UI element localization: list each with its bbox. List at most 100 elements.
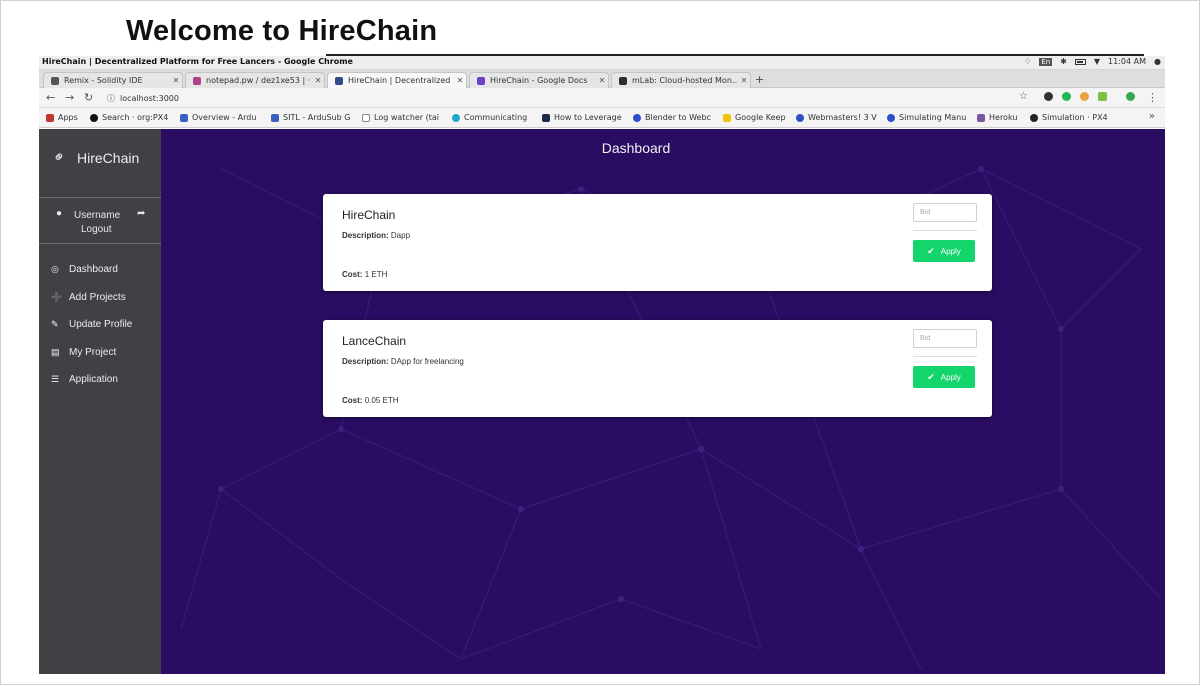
description-label: Description: [342,231,389,240]
bookmark-item[interactable]: Heroku [977,113,1017,122]
brand[interactable]: ⚭ HireChain [39,129,161,198]
dropbox-icon[interactable]: ♢ [1024,57,1031,66]
apply-button[interactable]: ✔ Apply [913,366,975,388]
bookmark-item[interactable]: Log watcher (tai [362,113,439,122]
notepad-icon [193,76,201,85]
bookmark-label: Apps [58,113,78,122]
sidebar-item-label: Add Projects [69,291,126,303]
pencil-icon: ✎ [51,319,59,330]
tab-google-docs[interactable]: HireChain - Google Docs ✕ [469,72,609,88]
window-title: HireChain | Decentralized Platform for F… [42,57,353,66]
apply-button[interactable]: ✔ Apply [913,240,975,262]
tab-label: HireChain | Decentralized [348,76,451,85]
close-icon[interactable]: ✕ [312,76,324,85]
bookmark-apps[interactable]: Apps [46,113,78,122]
bookmark-item[interactable]: Search · org:PX4 [90,113,168,122]
battery-icon[interactable] [1074,58,1086,65]
page-icon [362,113,370,122]
bookmark-item[interactable]: How to Leverage [542,113,622,122]
sidebar-item-add-projects[interactable]: ➕ Add Projects [39,284,161,312]
bookmark-item[interactable]: Blender to Webc [633,113,711,122]
remix-icon [51,76,59,85]
bookmark-item[interactable]: Overview - Ardu [180,113,256,122]
logout-link[interactable]: Logout [81,224,112,235]
bookmarks-bar: Apps Search · org:PX4 Overview - Ardu SI… [39,108,1165,128]
sidebar-item-application[interactable]: ☰ Application [39,366,161,394]
bookmark-label: Simulation · PX4 [1042,113,1108,122]
back-icon[interactable]: ← [46,91,55,104]
tab-label: HireChain - Google Docs [490,76,588,85]
bookmark-label: Search · org:PX4 [102,113,169,122]
bookmark-item[interactable]: SITL - ArduSub G [271,113,351,122]
os-titlebar: HireChain | Decentralized Platform for F… [39,56,1165,70]
bookmark-item[interactable]: Google Keep [723,113,786,122]
project-title: LanceChain [342,334,407,348]
apply-label: Apply [940,372,961,382]
close-icon[interactable]: ✕ [170,76,182,85]
cost-value: 0.05 ETH [364,396,399,405]
description-value: Dapp [390,231,411,240]
profile-avatar[interactable] [1126,92,1135,101]
tab-strip: Remix - Solidity IDE ✕ notepad.pw / dez1… [39,70,1165,88]
bid-input[interactable] [913,329,977,348]
list-icon: ☰ [51,374,60,385]
bookmark-label: Overview - Ardu [192,113,257,122]
bookmark-item[interactable]: Simulation · PX4 [1030,113,1108,122]
bookmark-item[interactable]: Simulating Manu [887,113,966,122]
bluetooth-icon[interactable]: ✱ [1060,57,1067,66]
apply-label: Apply [940,246,961,256]
apple-menu-icon[interactable]: ● [1154,57,1161,66]
mlab-icon [619,76,627,85]
plus-circle-icon: ➕ [51,291,63,302]
page-title: Dashboard [601,140,671,156]
clock[interactable]: 11:04 AM [1108,57,1146,66]
extension-icon[interactable] [1044,92,1053,101]
sidebar-item-update-profile[interactable]: ✎ Update Profile [39,311,161,339]
divider [913,356,977,357]
google-keep-icon [723,113,731,122]
extension-icon[interactable] [1062,92,1071,101]
volume-icon[interactable]: ▼ [1094,57,1100,66]
tab-hirechain[interactable]: HireChain | Decentralized ✕ [327,72,467,88]
heroku-icon [977,113,985,122]
tab-label: Remix - Solidity IDE [64,76,143,85]
close-icon[interactable]: ✕ [738,76,750,85]
bookmark-label: Blender to Webc [645,113,711,122]
address-bar: ← → ↻ ⓘ localhost:3000 ☆ ⋮ [39,88,1165,108]
forward-icon[interactable]: → [65,91,74,104]
sidebar-item-dashboard[interactable]: ◎ Dashboard [39,256,161,284]
star-icon[interactable]: ☆ [1019,91,1028,102]
project-description: Description: DApp for freelancing [342,357,464,366]
bookmark-item[interactable]: Webmasters! 3 V [796,113,877,122]
tab-notepad[interactable]: notepad.pw / dez1xe53 | · ✕ [185,72,325,88]
bookmark-label: SITL - ArduSub G [283,113,351,122]
site-icon [887,113,895,122]
bid-input[interactable] [913,203,977,222]
check-icon: ✔ [927,245,935,256]
bookmark-label: Communicating [464,113,528,122]
tab-label: mLab: Cloud-hosted Mon… [632,76,738,85]
new-tab-button[interactable]: + [755,73,764,86]
tab-mlab[interactable]: mLab: Cloud-hosted Mon… ✕ [611,72,751,88]
url-field[interactable]: ⓘ localhost:3000 [107,93,179,104]
extension-icon[interactable] [1080,92,1089,101]
reload-icon[interactable]: ↻ [84,91,93,104]
extension-icon[interactable] [1098,92,1107,101]
site-icon [796,113,804,122]
sidebar-item-label: Update Profile [69,319,133,331]
project-card: HireChain Description: Dapp Cost: 1 ETH … [323,194,992,291]
sidebar-item-my-project[interactable]: ▤ My Project [39,339,161,367]
description-label: Description: [342,357,389,366]
main-content: Dashboard HireChain Description: Dapp Co… [161,129,1165,674]
tab-remix[interactable]: Remix - Solidity IDE ✕ [43,72,183,88]
divider [913,230,977,231]
close-icon[interactable]: ✕ [596,76,608,85]
menu-icon[interactable]: ⋮ [1147,91,1158,104]
check-icon: ✔ [927,371,935,382]
close-icon[interactable]: ✕ [454,76,466,85]
github-icon [90,113,98,122]
bookmark-item[interactable]: Communicating [452,113,527,122]
keyboard-layout[interactable]: En [1039,57,1053,66]
logout-icon[interactable]: ➦ [137,208,145,219]
bookmarks-overflow-button[interactable]: » [1149,111,1155,122]
